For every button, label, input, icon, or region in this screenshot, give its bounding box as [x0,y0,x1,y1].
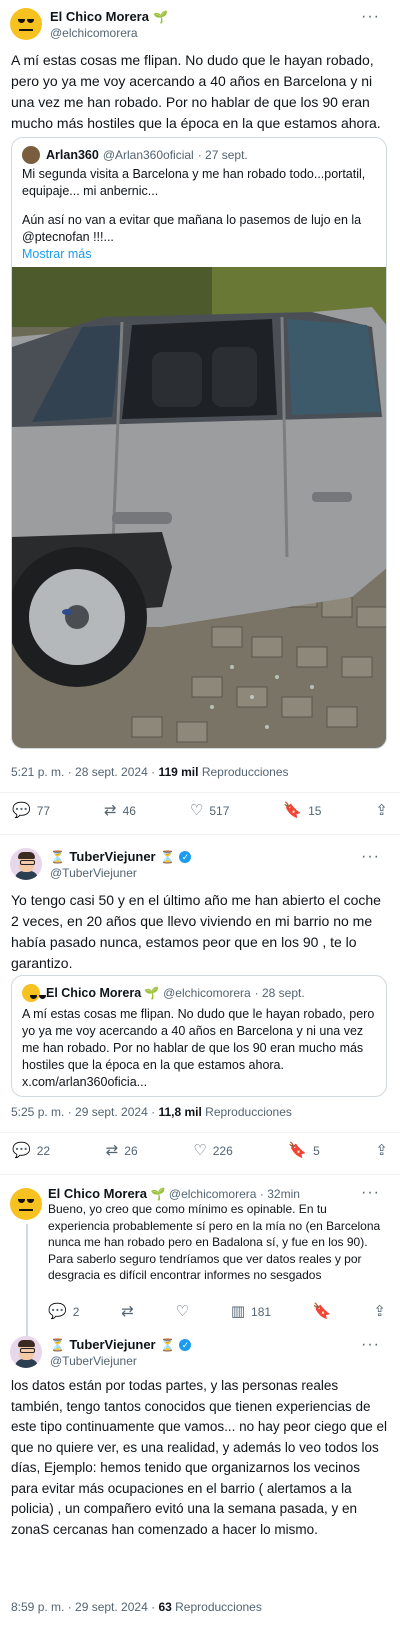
tweet-timestamp[interactable]: 8:59 p. m. · 29 sept. 2024 · 63 Reproduc… [11,1600,262,1614]
hourglass-icon: ⏳ [160,1338,176,1352]
show-more-link[interactable]: Mostrar más [12,246,386,263]
quote-author-handle: @elchicomorera [163,986,251,1000]
author-name[interactable]: El Chico Morera [50,9,149,24]
retweet-button[interactable]: ⇄ 46 [104,803,136,818]
author-name[interactable]: El Chico Morera [48,1186,147,1201]
avatar[interactable] [10,848,42,880]
tweet-text: los datos están por todas partes, y las … [11,1378,387,1537]
views-label: Reproducciones [201,765,289,779]
thread-line [26,1224,28,1344]
action-bar: 💬 22 ⇄ 26 ♡ 226 🔖 5 ⇪ [12,1143,388,1158]
avatar[interactable] [10,1188,42,1220]
author-handle[interactable]: @TuberViejuner [50,866,191,880]
tweet-timestamp[interactable]: 5:25 p. m. · 29 sept. 2024 · 11,8 mil Re… [11,1105,292,1119]
retweet-icon: ⇄ [121,1303,134,1320]
car-photo[interactable] [12,267,387,749]
more-icon[interactable]: ··· [361,8,380,26]
reply-icon: 💬 [48,1303,67,1320]
verified-badge-icon: ✓ [179,1338,192,1351]
author-handle[interactable]: @elchicomorera [169,1187,257,1201]
hourglass-icon: ⏳ [160,850,176,864]
reply-icon: 💬 [12,802,31,819]
reply-button[interactable]: 💬 2 [48,1304,79,1319]
retweet-icon: ⇄ [105,1142,119,1159]
views-button[interactable]: ▥ 181 [231,1304,271,1319]
quoted-tweet[interactable]: El Chico Morera 🌱 @elchicomorera · 28 se… [11,975,387,1097]
sprout-icon: 🌱 [150,1187,166,1201]
like-icon: ♡ [175,1303,190,1320]
like-icon: ♡ [189,802,204,819]
quote-text-2: Aún así no van a evitar que mañana lo pa… [22,213,362,244]
retweet-icon: ⇄ [104,802,117,819]
tweet-text: A mí estas cosas me flipan. No dudo que … [11,52,381,131]
views-icon: ▥ [230,1303,246,1320]
hourglass-icon: ⏳ [50,850,65,864]
bookmark-button[interactable]: 🔖 15 [283,803,321,818]
share-button[interactable]: ⇪ [373,1304,386,1319]
views-label: Reproducciones [175,1600,262,1614]
retweet-button[interactable]: ⇄ 26 [106,1143,138,1158]
share-button[interactable]: ⇪ [375,803,388,818]
more-icon[interactable]: ··· [361,1184,380,1202]
tweet-text: Bueno, yo creo que como mínimo es opinab… [48,1202,381,1282]
reply-button[interactable]: 💬 77 [12,803,50,818]
views-count: 63 [158,1600,172,1614]
like-button[interactable]: ♡ 226 [193,1143,232,1158]
share-icon: ⇪ [375,802,388,819]
quoted-tweet[interactable]: Arlan360 @Arlan360oficial · 27 sept. Mi … [11,137,387,749]
bookmark-icon: 🔖 [312,1303,332,1320]
quote-author-handle: @Arlan360oficial [102,148,194,162]
avatar [22,984,46,1002]
quote-author-name: Arlan360 [46,148,99,162]
more-icon[interactable]: ··· [361,848,380,866]
retweet-button[interactable]: ⇄ [121,1304,134,1319]
share-button[interactable]: ⇪ [375,1143,388,1158]
reply-tweet: El Chico Morera 🌱 @elchicomorera · 32min… [0,1180,400,1345]
hourglass-icon: ⏳ [50,1338,65,1352]
bookmark-icon: 🔖 [288,1142,308,1159]
like-button[interactable]: ♡ [176,1304,189,1319]
tweet-reply: ⏳ TuberViejuner ⏳ ✓ @TuberViejuner ··· Y… [0,840,400,1175]
author-name[interactable]: TuberViejuner [69,849,155,864]
avatar [22,146,40,164]
quote-text: A mí estas cosas me flipan. No dudo que … [22,1007,375,1072]
quote-date: · 27 sept. [197,148,248,162]
action-bar: 💬 2 ⇄ ♡ ▥ 181 🔖 ⇪ [48,1304,386,1319]
reply-tweet: ⏳ TuberViejuner ⏳ ✓ @TuberViejuner ··· l… [0,1330,400,1637]
share-icon: ⇪ [373,1303,386,1320]
like-icon: ♡ [193,1142,207,1159]
tweet-text: Yo tengo casi 50 y en el último año me h… [11,892,381,971]
views-label: Reproducciones [205,1105,292,1119]
more-icon[interactable]: ··· [361,1336,380,1354]
author-name[interactable]: TuberViejuner [69,1337,155,1352]
bookmark-button[interactable]: 🔖 [313,1304,332,1319]
tweet-timestamp[interactable]: 5:21 p. m. · 28 sept. 2024 · 119 mil Rep… [11,765,289,779]
author-handle[interactable]: @elchicomorera [50,26,168,40]
views-count: 119 mil [158,765,199,779]
author-handle[interactable]: @TuberViejuner [50,1354,191,1368]
reply-age[interactable]: · 32min [260,1187,300,1201]
quote-date: · 28 sept. [254,986,305,1000]
avatar[interactable] [10,8,42,40]
share-icon: ⇪ [375,1142,388,1159]
quote-author-name: El Chico Morera [46,986,142,1000]
views-count: 11,8 mil [158,1105,202,1119]
quote-link[interactable]: x.com/arlan360oficia... [22,1074,376,1091]
avatar[interactable] [10,1336,42,1368]
bookmark-button[interactable]: 🔖 5 [288,1143,319,1158]
verified-badge-icon: ✓ [179,850,192,863]
quote-text-1: Mi segunda visita a Barcelona y me han r… [22,167,366,198]
like-button[interactable]: ♡ 517 [190,803,229,818]
bookmark-icon: 🔖 [283,802,303,819]
action-bar: 💬 77 ⇄ 46 ♡ 517 🔖 15 ⇪ [12,803,388,818]
sprout-icon: 🌱 [144,986,160,1000]
sprout-icon: 🌱 [153,10,169,24]
reply-icon: 💬 [12,1142,31,1159]
reply-button[interactable]: 💬 22 [12,1143,50,1158]
tweet-main: El Chico Morera 🌱 @elchicomorera ··· A m… [0,0,400,850]
